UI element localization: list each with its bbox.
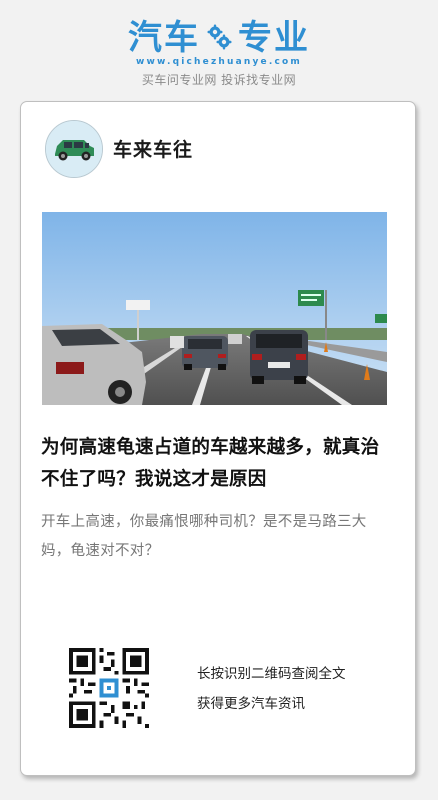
article-card[interactable]: 车来车往 为何高速龟速占道的车越来越多，就真治不住了吗？我说这才是原因 开车上高…: [20, 101, 416, 776]
logo-text-left: 汽车: [128, 18, 200, 58]
qr-caption-line2: 获得更多汽车资讯: [197, 696, 305, 712]
site-logo[interactable]: 汽车 专业: [0, 16, 438, 60]
article-title[interactable]: 为何高速龟速占道的车越来越多，就真治不住了吗？我说这才是原因: [41, 432, 395, 496]
qr-caption: 长按识别二维码查阅全文 获得更多汽车资讯: [197, 659, 346, 719]
green-car-icon: [46, 121, 102, 177]
cover-image[interactable]: [42, 212, 387, 405]
article-summary: 开车上高速，你最痛恨哪种司机？是不是马路三大妈，龟速对不对？: [41, 514, 367, 559]
author-name[interactable]: 车来车往: [113, 135, 193, 162]
qr-caption-line1: 长按识别二维码查阅全文: [197, 666, 346, 682]
site-slogan: 买车问专业网 投诉找专业网: [141, 73, 297, 87]
logo-text-right: 专业: [238, 18, 310, 58]
site-header: 汽车 专业 www.qichezhuanye.com 买车问专业网 投诉找专业网: [0, 0, 438, 100]
author-avatar[interactable]: [45, 120, 103, 178]
qr-code[interactable]: [69, 648, 149, 728]
site-url[interactable]: www.qichezhuanye.com: [0, 57, 438, 67]
gear-icon: [207, 24, 232, 50]
